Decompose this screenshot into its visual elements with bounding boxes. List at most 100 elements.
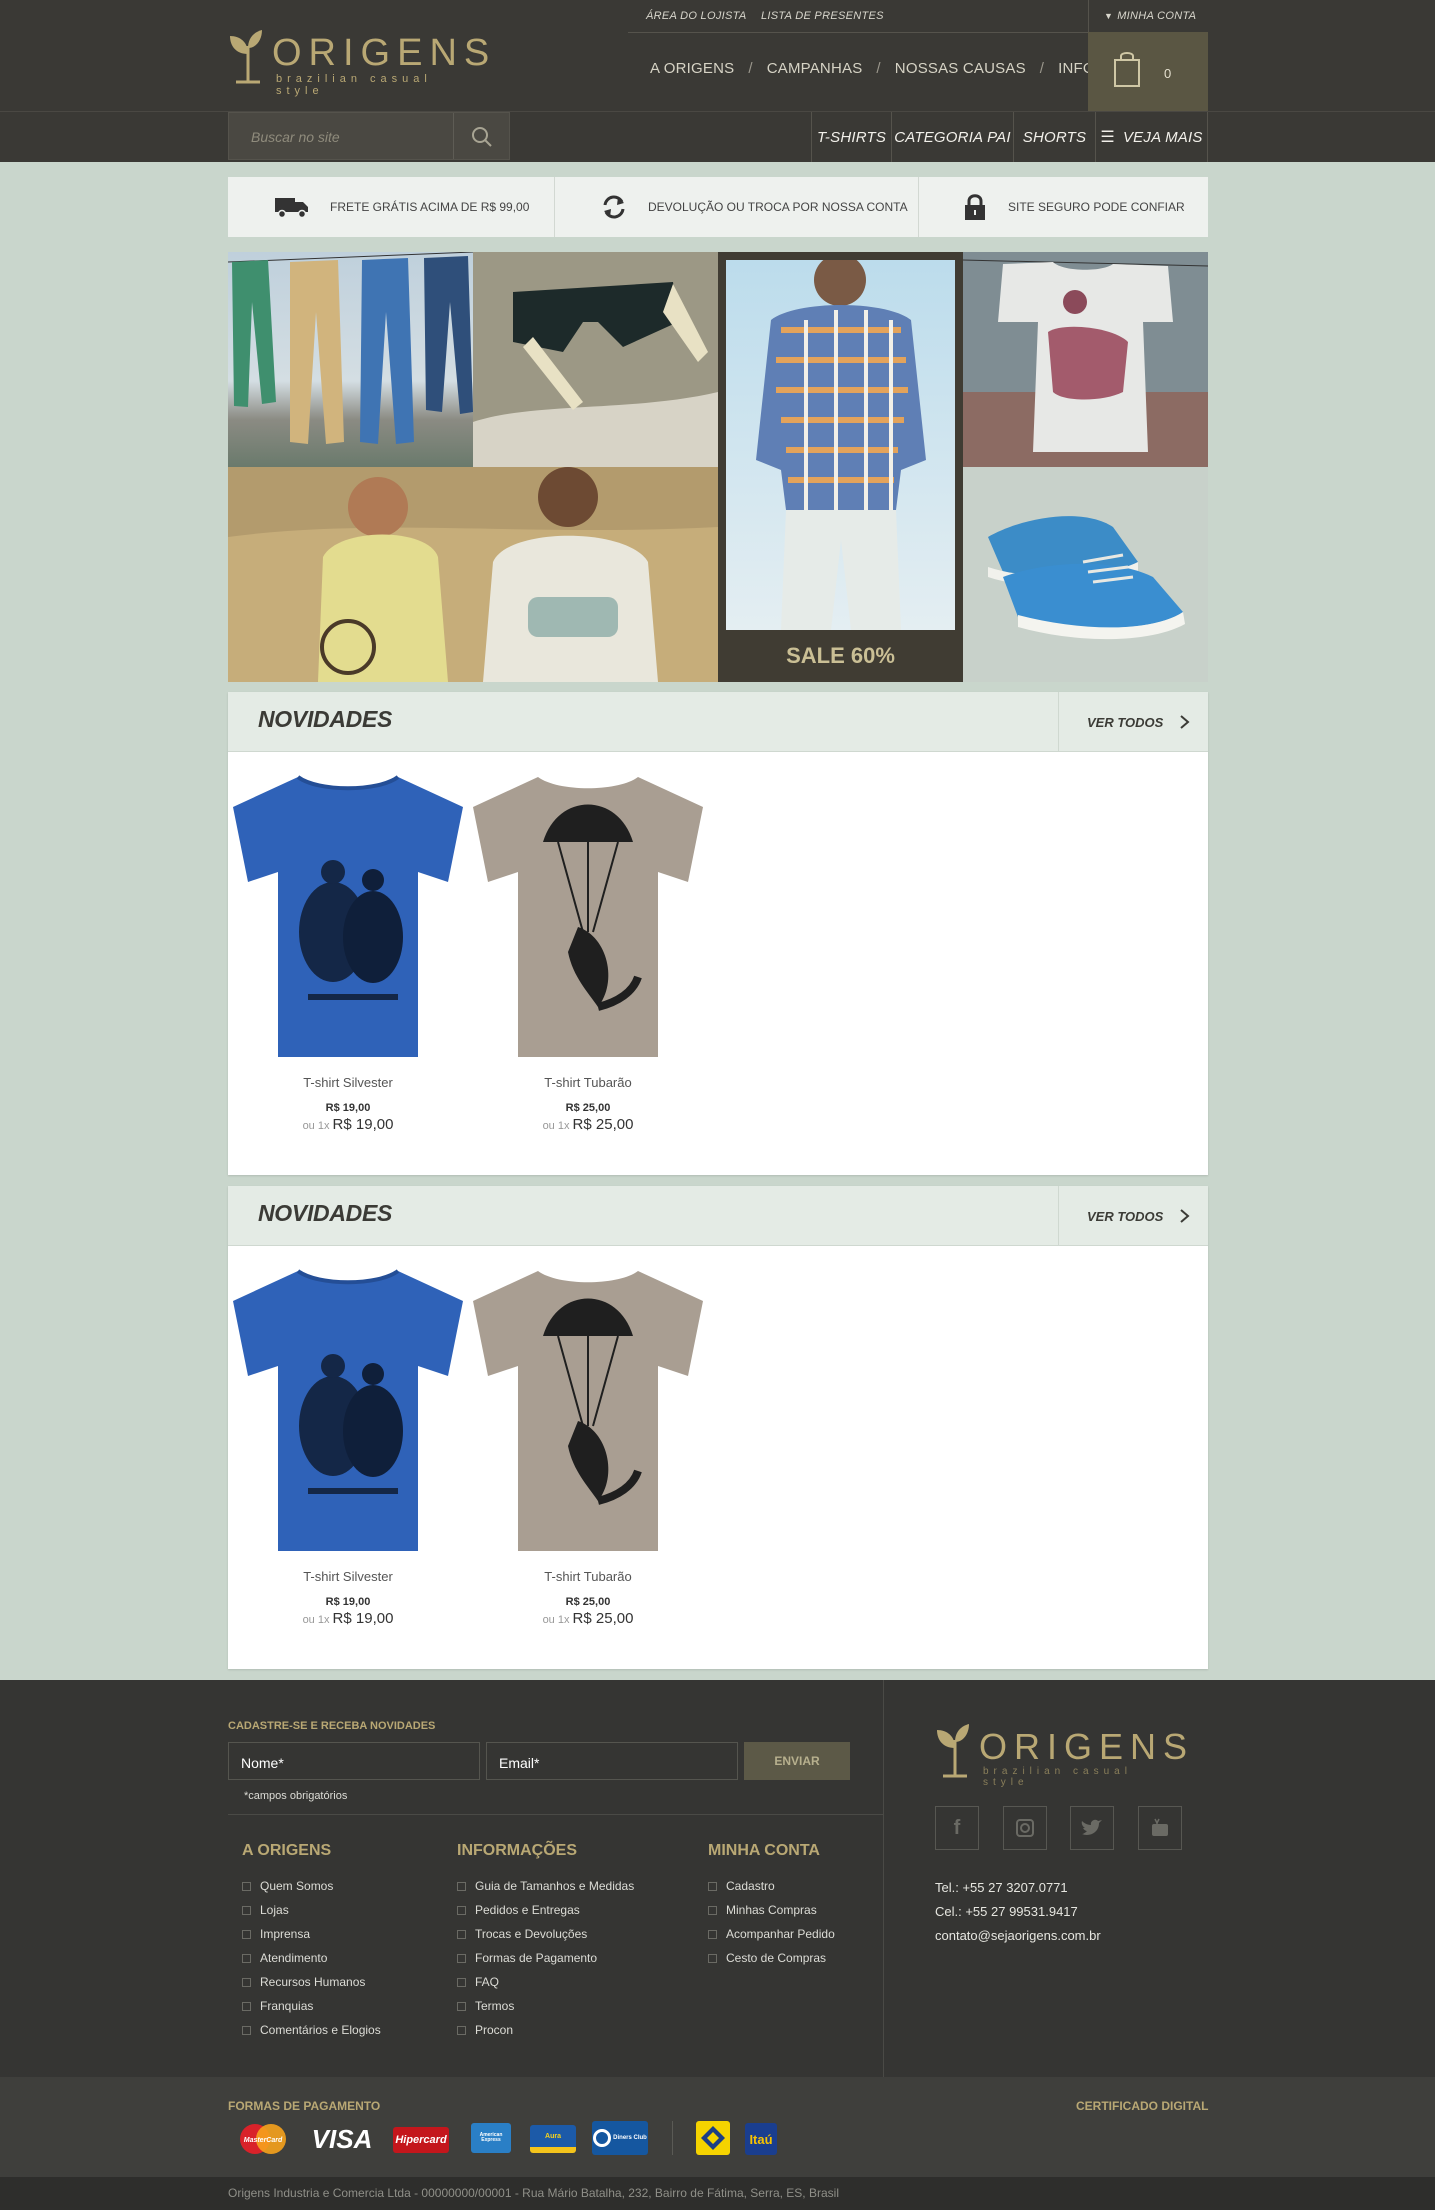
product-name[interactable]: T-shirt Tubarão (468, 1075, 708, 1090)
newsletter-name-input[interactable]: Nome* (228, 1742, 480, 1780)
diners-logo: Diners Club (592, 2121, 648, 2155)
category-shorts[interactable]: SHORTS (1013, 112, 1095, 162)
plaid-shirt-image (726, 254, 955, 630)
footer-link[interactable]: Quem Somos (242, 1874, 381, 1898)
section-title: NOVIDADES (258, 706, 393, 732)
footer-link[interactable]: Cesto de Compras (708, 1946, 835, 1970)
cart-count: 0 (1164, 66, 1172, 81)
nav-nossas-causas[interactable]: NOSSAS CAUSAS (895, 60, 1026, 77)
category-categoria-pai[interactable]: CATEGORIA PAI (891, 112, 1013, 162)
product-card[interactable]: T-shirt Tubarão R$ 25,00 ou 1x R$ 25,00 (468, 1256, 708, 1627)
twitter-link[interactable] (1070, 1806, 1114, 1850)
footer-link[interactable]: Recursos Humanos (242, 1970, 381, 1994)
benefit-seguro: SITE SEGURO PODE CONFIAR (964, 177, 1185, 237)
product-card[interactable]: T-shirt Silvester R$ 19,00 ou 1x R$ 19,0… (228, 1256, 468, 1627)
newsletter-title: CADASTRE-SE E RECEBA NOVIDADES (228, 1720, 436, 1732)
banner-tile-sale[interactable]: SALE 60% (718, 252, 963, 682)
footer-link[interactable]: Pedidos e Entregas (457, 1898, 634, 1922)
footer-logo[interactable]: ORIGENS brazilian casual style (935, 1718, 1187, 1788)
hamburger-icon: ☰ (1100, 129, 1115, 146)
footer-link[interactable]: Procon (457, 2018, 634, 2042)
footer-link[interactable]: Trocas e Devoluções (457, 1922, 634, 1946)
payment-bar: FORMAS DE PAGAMENTO CERTIFICADO DIGITAL … (0, 2077, 1435, 2177)
newsletter-submit-button[interactable]: ENVIAR (744, 1742, 850, 1780)
product-card[interactable]: T-shirt Tubarão R$ 25,00 ou 1x R$ 25,00 (468, 762, 708, 1133)
sneakers-image (963, 467, 1208, 682)
instagram-link[interactable] (1003, 1806, 1047, 1850)
see-all-label: VER TODOS (1087, 1208, 1164, 1224)
installment-value: R$ 19,00 (332, 1116, 394, 1133)
cart-button[interactable]: 0 (1088, 32, 1208, 112)
sprout-logo-icon (230, 30, 262, 84)
footer-link[interactable]: Comentários e Elogios (242, 2018, 381, 2042)
product-installment: ou 1x R$ 19,00 (228, 1116, 468, 1133)
banner-tile-tshirt[interactable] (963, 252, 1208, 467)
search-input[interactable]: Buscar no site (251, 129, 340, 145)
youtube-icon (1152, 1818, 1168, 1836)
footer-link[interactable]: Acompanhar Pedido (708, 1922, 835, 1946)
facebook-link[interactable]: f (935, 1806, 979, 1850)
account-menu[interactable]: ▼ MINHA CONTA (1104, 10, 1196, 22)
nav-a-origens[interactable]: A ORIGENS (650, 60, 734, 77)
nav-campanhas[interactable]: CAMPANHAS (767, 60, 863, 77)
beach-guys-image (228, 467, 718, 682)
installment-value: R$ 25,00 (572, 1610, 634, 1627)
footer-col-title: MINHA CONTA (708, 1842, 820, 1859)
shopping-bag-icon (1114, 52, 1140, 87)
required-note: *campos obrigatórios (244, 1790, 348, 1802)
product-name[interactable]: T-shirt Silvester (228, 1075, 468, 1090)
contact-email[interactable]: contato@sejaorigens.com.br (935, 1928, 1101, 1943)
product-card[interactable]: T-shirt Silvester R$ 19,00 ou 1x R$ 19,0… (228, 762, 468, 1133)
banner-tile-sunglasses[interactable] (473, 252, 718, 467)
footer-link[interactable]: Termos (457, 1994, 634, 2018)
footer-col-list: Quem Somos Lojas Imprensa Atendimento Re… (242, 1874, 381, 2042)
instagram-icon (1016, 1819, 1034, 1837)
search-button[interactable] (453, 113, 509, 159)
nav-separator: / (876, 60, 881, 77)
product-name[interactable]: T-shirt Tubarão (468, 1569, 708, 1584)
newsletter-email-input[interactable]: Email* (486, 1742, 738, 1780)
footer-link[interactable]: Cadastro (708, 1874, 835, 1898)
pants-image (228, 252, 473, 444)
see-all-link[interactable]: VER TODOS (1058, 1186, 1208, 1246)
footer-col-title: A ORIGENS (242, 1842, 332, 1859)
logo-tagline: brazilian casual style (983, 1766, 1132, 1788)
footer-link[interactable]: Franquias (242, 1994, 381, 2018)
banner-tile-pants[interactable] (228, 252, 473, 467)
banco-do-brasil-icon (701, 2126, 725, 2150)
hanging-tshirt-image (963, 252, 1208, 467)
top-link-presentes[interactable]: LISTA DE PRESENTES (761, 10, 884, 22)
footer-col-title: INFORMAÇÕES (457, 1842, 577, 1859)
logo[interactable]: ORIGENS brazilian casual style (228, 22, 489, 97)
youtube-link[interactable] (1138, 1806, 1182, 1850)
divider (883, 1680, 884, 2077)
copyright-text: Origens Industria e Comercia Ltda - 0000… (228, 2186, 839, 2200)
category-t-shirts[interactable]: T-SHIRTS (811, 112, 891, 162)
installment-value: R$ 25,00 (572, 1116, 634, 1133)
footer-link[interactable]: Lojas (242, 1898, 381, 1922)
banner-tile-beach[interactable] (228, 467, 718, 682)
banner-tile-sneakers[interactable] (963, 467, 1208, 682)
footer-link[interactable]: Formas de Pagamento (457, 1946, 634, 1970)
product-installment: ou 1x R$ 25,00 (468, 1610, 708, 1627)
footer-link[interactable]: Guia de Tamanhos e Medidas (457, 1874, 634, 1898)
footer-link[interactable]: Imprensa (242, 1922, 381, 1946)
product-image-shark-tshirt (473, 1271, 703, 1551)
sunglasses-image (473, 252, 718, 467)
footer-link[interactable]: Atendimento (242, 1946, 381, 1970)
truck-icon (275, 198, 308, 219)
footer-link[interactable]: FAQ (457, 1970, 634, 1994)
chevron-right-icon (1180, 715, 1190, 729)
product-name[interactable]: T-shirt Silvester (228, 1569, 468, 1584)
veja-mais-menu[interactable]: ☰ VEJA MAIS (1095, 112, 1208, 162)
benefit-text: SITE SEGURO PODE CONFIAR (1008, 200, 1185, 214)
top-link-lojista[interactable]: ÁREA DO LOJISTA (646, 10, 746, 22)
benefits-bar: FRETE GRÁTIS ACIMA DE R$ 99,00 DEVOLUÇÃO… (228, 177, 1208, 237)
see-all-link[interactable]: VER TODOS (1058, 692, 1208, 752)
footer-link[interactable]: Minhas Compras (708, 1898, 835, 1922)
banco-do-brasil-logo (696, 2121, 730, 2155)
logo-tagline: brazilian casual style (276, 73, 432, 97)
logo-wordmark: ORIGENS (272, 32, 497, 74)
contact-cel: Cel.: +55 27 99531.9417 (935, 1904, 1078, 1919)
product-image-shark-tshirt (473, 777, 703, 1057)
